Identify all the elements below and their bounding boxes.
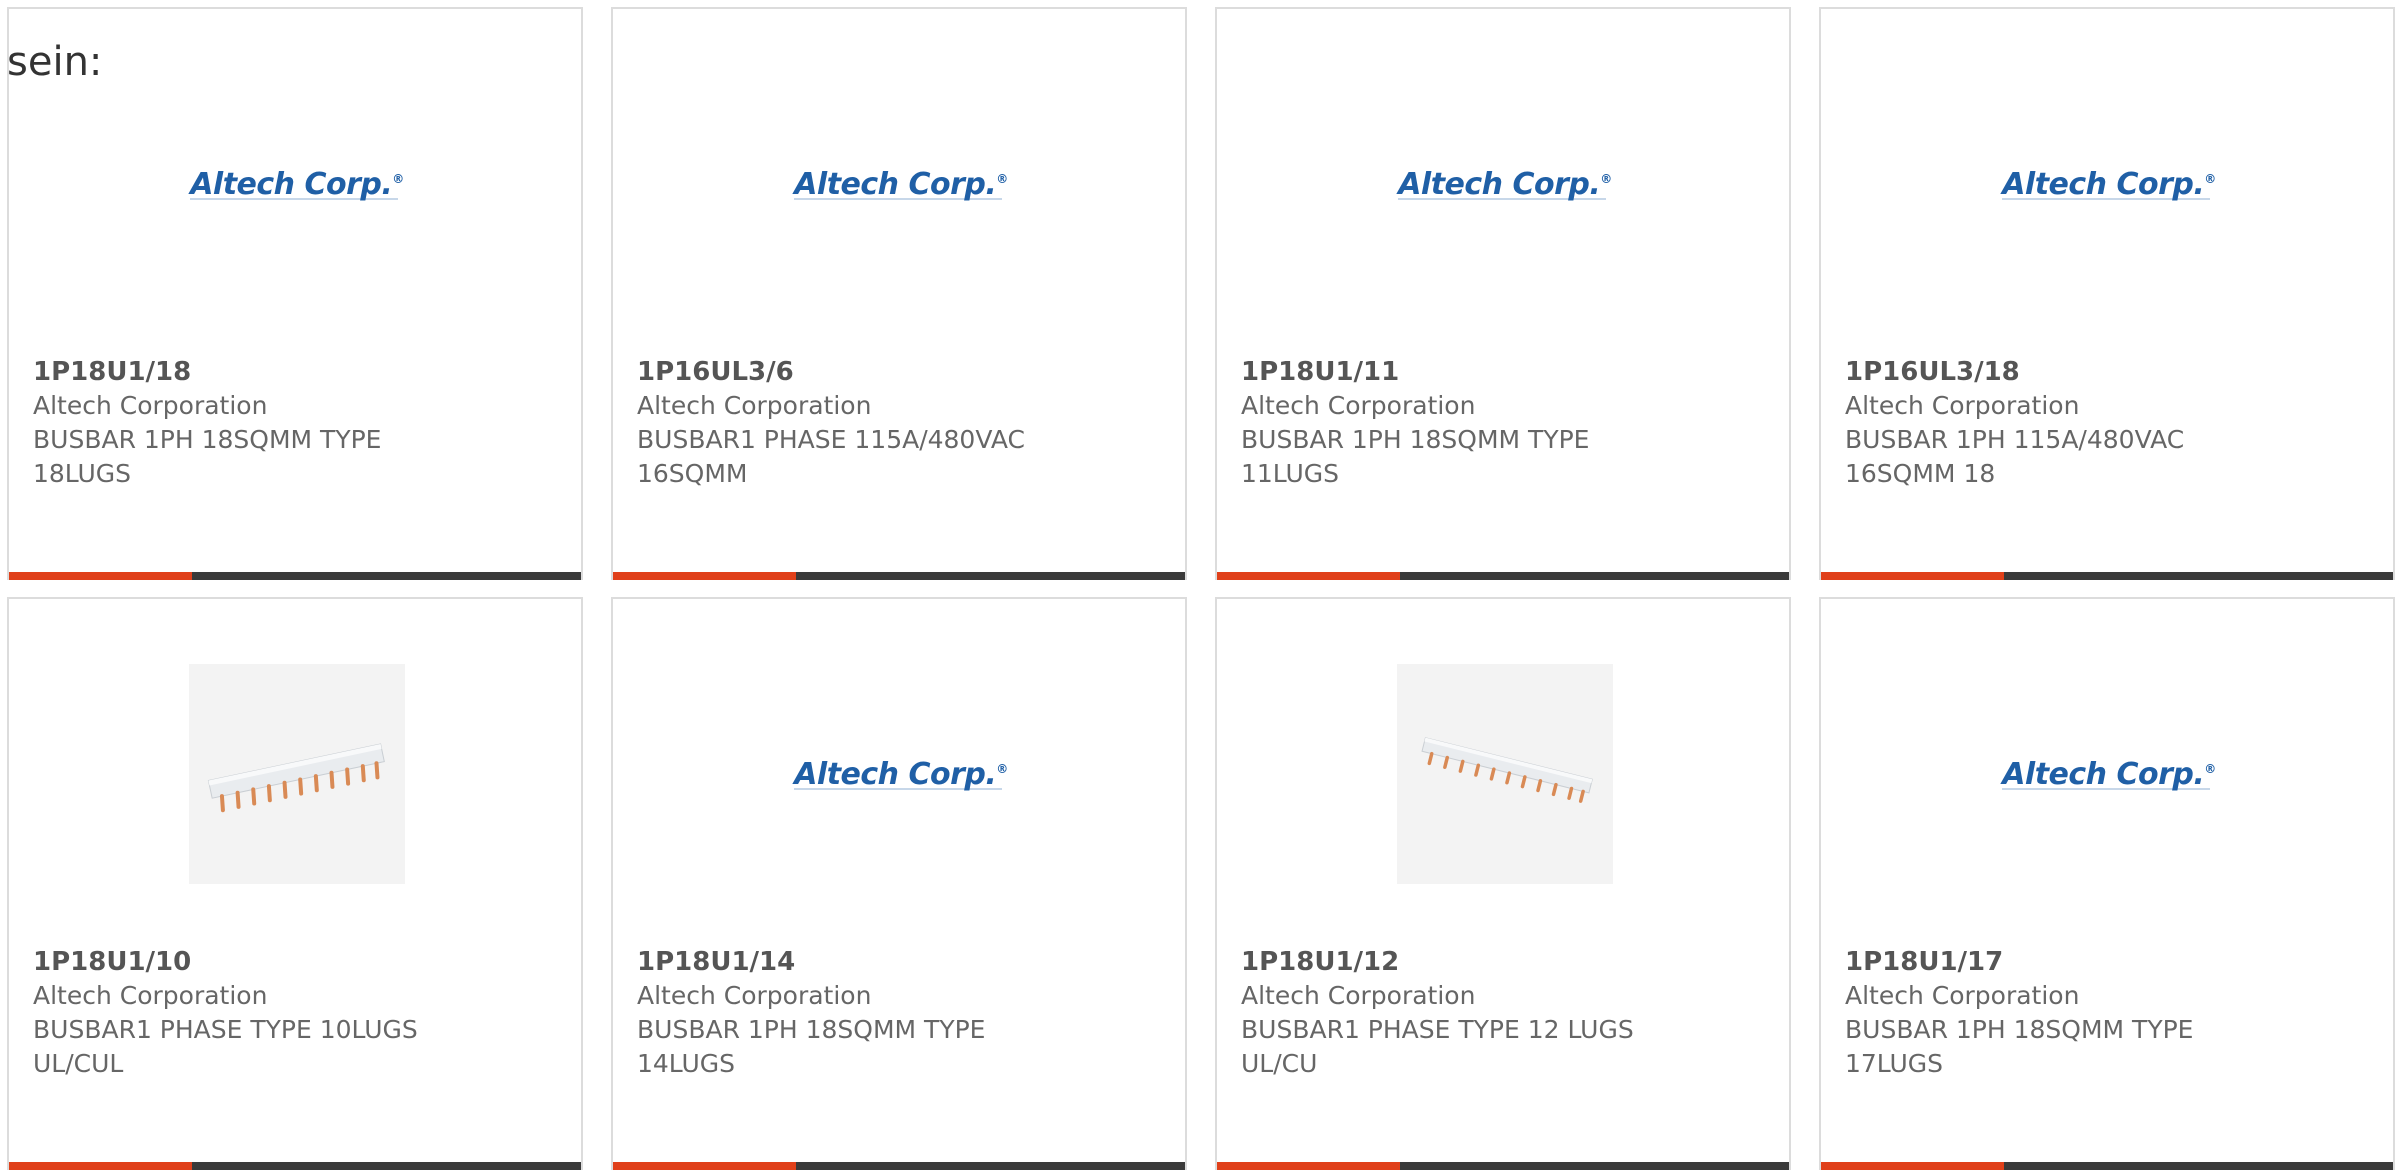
card-footer-bar [1217, 572, 1789, 580]
manufacturer: Altech Corporation [1845, 981, 2080, 1010]
card-footer-bar [1821, 572, 2393, 580]
card-footer-bar [1821, 1162, 2393, 1170]
altech-logo-image: Altech Corp.® [2002, 756, 2216, 792]
description-line: 17LUGS [1845, 1049, 1944, 1078]
product-card[interactable]: 1P18U1/12 Altech Corporation BUSBAR1 PHA… [1215, 597, 1791, 1170]
description-line: 11LUGS [1241, 459, 1340, 488]
product-card[interactable]: Altech Corp.® 1P16UL3/6 Altech Corporati… [611, 7, 1187, 580]
card-footer-bar [9, 1162, 581, 1170]
altech-logo-image: Altech Corp.® [794, 756, 1008, 792]
altech-logo-image: Altech Corp.® [190, 166, 404, 202]
product-image[interactable] [1397, 664, 1613, 884]
altech-logo-image: Altech Corp.® [2002, 166, 2216, 202]
description-line: 16SQMM 18 [1845, 459, 1996, 488]
intro-text: sein: [7, 39, 103, 85]
part-number[interactable]: 1P18U1/17 [1845, 945, 2365, 979]
product-grid: Altech Corp.® 1P18U1/18 Altech Corporati… [0, 0, 2400, 1170]
manufacturer: Altech Corporation [637, 391, 872, 420]
description-line: BUSBAR1 PHASE TYPE 10LUGS [33, 1015, 418, 1044]
product-image[interactable] [189, 664, 405, 884]
description-line: BUSBAR1 PHASE 115A/480VAC [637, 425, 1025, 454]
part-number[interactable]: 1P16UL3/6 [637, 355, 1157, 389]
product-card[interactable]: Altech Corp.® 1P18U1/18 Altech Corporati… [7, 7, 583, 580]
product-image[interactable]: Altech Corp.® [2001, 664, 2217, 884]
card-accent-bar [613, 1162, 796, 1170]
manufacturer: Altech Corporation [33, 391, 268, 420]
part-number[interactable]: 1P18U1/11 [1241, 355, 1761, 389]
description-line: 14LUGS [637, 1049, 736, 1078]
card-footer-bar [613, 572, 1185, 580]
description-line: BUSBAR1 PHASE TYPE 12 LUGS [1241, 1015, 1634, 1044]
product-card[interactable]: Altech Corp.® 1P16UL3/18 Altech Corporat… [1819, 7, 2395, 580]
card-accent-bar [9, 1162, 192, 1170]
description-line: BUSBAR 1PH 18SQMM TYPE [1241, 425, 1590, 454]
product-image[interactable]: Altech Corp.® [2001, 74, 2217, 294]
card-accent-bar [1217, 1162, 1400, 1170]
manufacturer: Altech Corporation [33, 981, 268, 1010]
altech-logo-image: Altech Corp.® [1398, 166, 1612, 202]
part-number[interactable]: 1P18U1/14 [637, 945, 1157, 979]
product-image[interactable]: Altech Corp.® [1397, 74, 1613, 294]
card-footer-bar [1217, 1162, 1789, 1170]
card-footer-bar [9, 572, 581, 580]
card-accent-bar [1821, 572, 2004, 580]
product-image[interactable]: Altech Corp.® [189, 74, 405, 294]
part-number[interactable]: 1P18U1/12 [1241, 945, 1761, 979]
description-line: 18LUGS [33, 459, 132, 488]
product-card[interactable]: Altech Corp.® 1P18U1/11 Altech Corporati… [1215, 7, 1791, 580]
product-card[interactable]: Altech Corp.® 1P18U1/14 Altech Corporati… [611, 597, 1187, 1170]
altech-logo-image: Altech Corp.® [794, 166, 1008, 202]
description-line: BUSBAR 1PH 115A/480VAC [1845, 425, 2185, 454]
description-line: 16SQMM [637, 459, 748, 488]
manufacturer: Altech Corporation [1241, 981, 1476, 1010]
manufacturer: Altech Corporation [1845, 391, 2080, 420]
part-number[interactable]: 1P18U1/10 [33, 945, 553, 979]
description-line: BUSBAR 1PH 18SQMM TYPE [33, 425, 382, 454]
part-number[interactable]: 1P16UL3/18 [1845, 355, 2365, 389]
part-number[interactable]: 1P18U1/18 [33, 355, 553, 389]
card-accent-bar [1821, 1162, 2004, 1170]
description-line: BUSBAR 1PH 18SQMM TYPE [1845, 1015, 2194, 1044]
product-image[interactable]: Altech Corp.® [793, 74, 1009, 294]
description-line: UL/CUL [33, 1049, 124, 1078]
product-image[interactable]: Altech Corp.® [793, 664, 1009, 884]
product-card[interactable]: Altech Corp.® 1P18U1/17 Altech Corporati… [1819, 597, 2395, 1170]
card-accent-bar [1217, 572, 1400, 580]
card-accent-bar [613, 572, 796, 580]
busbar-photo [1421, 737, 1593, 803]
busbar-photo [207, 743, 385, 813]
product-card[interactable]: 1P18U1/10 Altech Corporation BUSBAR1 PHA… [7, 597, 583, 1170]
description-line: BUSBAR 1PH 18SQMM TYPE [637, 1015, 986, 1044]
description-line: UL/CU [1241, 1049, 1318, 1078]
card-accent-bar [9, 572, 192, 580]
manufacturer: Altech Corporation [1241, 391, 1476, 420]
manufacturer: Altech Corporation [637, 981, 872, 1010]
card-footer-bar [613, 1162, 1185, 1170]
